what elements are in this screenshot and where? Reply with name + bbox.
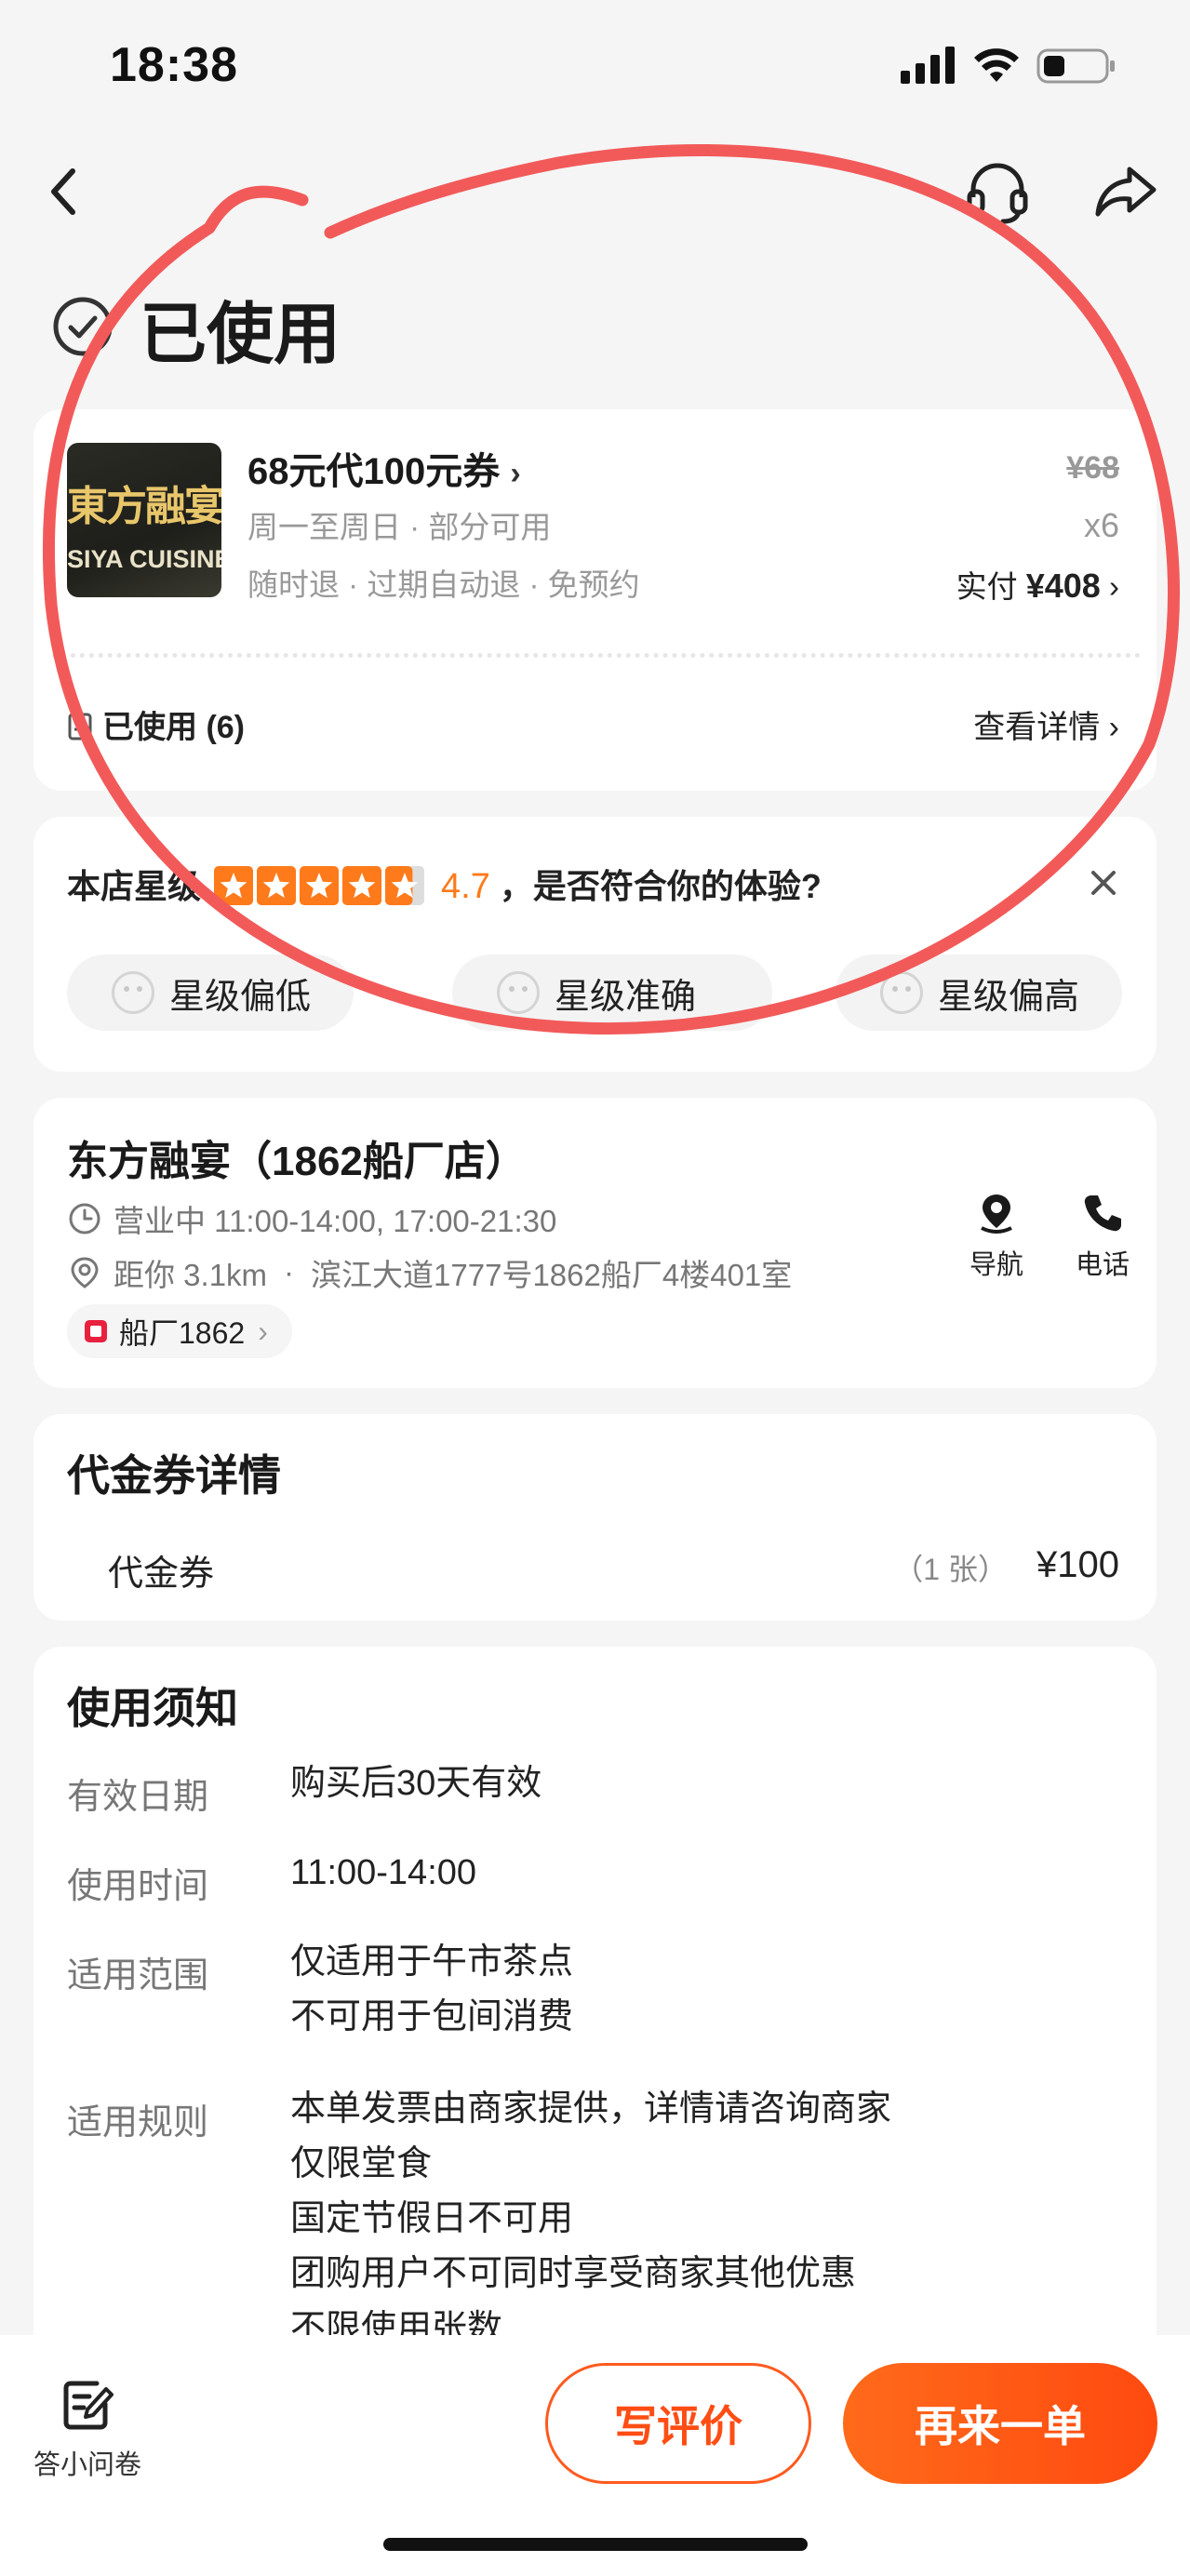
deal-availability: 周一至周日 · 部分可用 [247,510,552,544]
thumb-brand-en: SIYA CUISINE [67,545,221,573]
notice-label: 使用时间 [67,1867,209,1906]
mall-tag[interactable]: 船厂1862 › [67,1304,292,1358]
deal-refund-policy: 随时退 · 过期自动退 · 免预约 [247,567,640,602]
cellular-signal-icon [901,47,955,84]
shop-hours: 营业中 11:00-14:00, 17:00-21:30 [67,1196,556,1241]
reorder-button[interactable]: 再来一单 [843,2363,1157,2484]
status-time: 18:38 [110,38,238,92]
wifi-icon [974,48,1019,82]
chevron-right-icon: › [1109,569,1119,604]
view-details-link[interactable]: 查看详情 › [973,701,1119,747]
notice-value: 购买后30天有效 [290,1764,542,1803]
clock-icon [69,1203,100,1235]
rating-prompt: 本店星级 4.7 ，是否符合你的体验? [67,866,822,906]
voucher-count: （1 张） [893,1553,1008,1586]
dotted-divider [52,653,1141,658]
close-icon[interactable] [1088,867,1119,899]
thumb-brand-cn: 東方融宴 [67,483,221,530]
rating-accurate-button[interactable]: 星级准确 [452,954,772,1031]
deal-name[interactable]: 68元代100元券 › [247,441,521,495]
order-status-title: 已使用 [140,298,341,372]
back-arrow-icon[interactable] [28,154,102,229]
notice-label: 有效日期 [67,1778,209,1817]
used-count: 已使用 (6) [67,701,245,747]
shop-card[interactable]: 东方融宴（1862船厂店） 营业中 11:00-14:00, 17:00-21:… [33,1098,1157,1388]
voucher-value: ¥100 [1036,1544,1119,1585]
rating-feedback-card: 本店星级 4.7 ，是否符合你的体验? 星级偏低 星级准确 星级偏高 [33,817,1157,1072]
call-button[interactable]: 电话 [1061,1191,1144,1282]
home-indicator [383,2538,808,2551]
notice-label: 适用规则 [67,2103,209,2142]
deal-quantity: x6 [1083,506,1119,544]
voucher-detail-card: 代金券详情 代金券 （1 张） ¥100 [33,1414,1157,1621]
check-circle-icon [53,297,113,356]
star-rating-icon [214,866,425,905]
usage-notice-card: 使用须知 有效日期 购买后30天有效 使用时间 11:00-14:00 适用范围… [33,1647,1157,2391]
notice-section-title: 使用须知 [67,1684,238,1732]
chevron-right-icon: › [1108,710,1119,745]
navigation-icon [981,1195,1012,1234]
notice-value: 11:00-14:00 [290,1853,477,1892]
rating-score: 4.7 [441,867,490,906]
voucher-item-name: 代金券 [108,1555,215,1594]
deal-thumbnail: 東方融宴 SIYA CUISINE [67,443,221,597]
customer-service-icon[interactable] [960,154,1035,229]
navigation-button[interactable]: 导航 [955,1191,1038,1282]
survey-icon [63,2381,114,2430]
rating-too-low-button[interactable]: 星级偏低 [67,954,354,1031]
share-icon[interactable] [1089,154,1163,229]
paid-amount[interactable]: 实付 ¥408 › [956,562,1119,607]
chevron-right-icon: › [258,1314,268,1348]
neutral-face-icon [497,971,540,1014]
phone-icon [1084,1195,1121,1232]
survey-button[interactable]: 答小问卷 [32,2376,143,2482]
rating-too-high-button[interactable]: 星级偏高 [836,954,1122,1031]
location-pin-icon [71,1257,99,1288]
write-review-button[interactable]: 写评价 [545,2363,811,2484]
shop-address[interactable]: 距你 3.1km · 滨江大道1777号1862船厂4楼401室 [67,1250,792,1295]
deal-card[interactable]: 東方融宴 SIYA CUISINE 68元代100元券 › 周一至周日 · 部分… [33,409,1157,791]
voucher-icon [68,713,92,741]
sad-face-icon [112,971,154,1014]
battery-icon [1036,48,1115,84]
notice-value: 本单发票由商家提供，详情请咨询商家 仅限堂食 国定节假日不可用 团购用户不可同时… [290,2089,892,2348]
mall-icon [85,1320,107,1342]
worried-face-icon [880,971,923,1014]
voucher-section-title: 代金券详情 [67,1451,281,1500]
notice-value: 仅适用于午市茶点 不可用于包间消费 [290,1942,574,2036]
notice-label: 适用范围 [67,1956,209,1995]
chevron-right-icon: › [510,456,521,491]
shop-name[interactable]: 东方融宴（1862船厂店） [67,1128,527,1187]
deal-price: ¥68 [1066,450,1119,486]
